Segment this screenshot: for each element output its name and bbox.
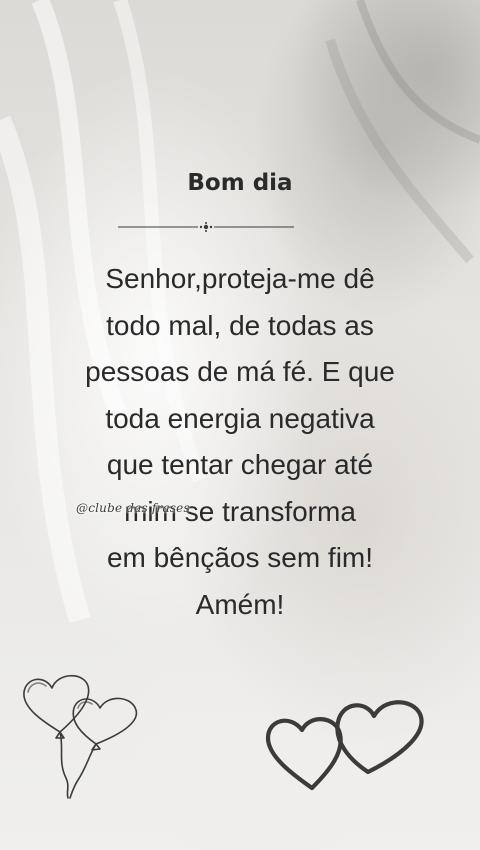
message-line: Senhor,proteja-me dê [105, 263, 375, 294]
message-line: toda energia negativa [105, 402, 375, 434]
message-line: todo mal, de todas as [106, 309, 374, 341]
prayer-message: Senhor,proteja-me dê todo mal, de todas … [20, 256, 460, 628]
message-line: que tentar chegar até [106, 449, 374, 480]
two-hearts-icon [265, 700, 424, 791]
heart-balloons-icon [23, 674, 138, 799]
message-line: Amém! [195, 588, 285, 620]
ornamental-divider-icon [118, 222, 294, 232]
message-line: pessoas de má fé. E que [85, 356, 395, 387]
page-title: Bom dia [187, 170, 293, 196]
message-line: em bênçãos sem fim! [106, 542, 374, 573]
watermark: @clube das frases [76, 501, 190, 515]
